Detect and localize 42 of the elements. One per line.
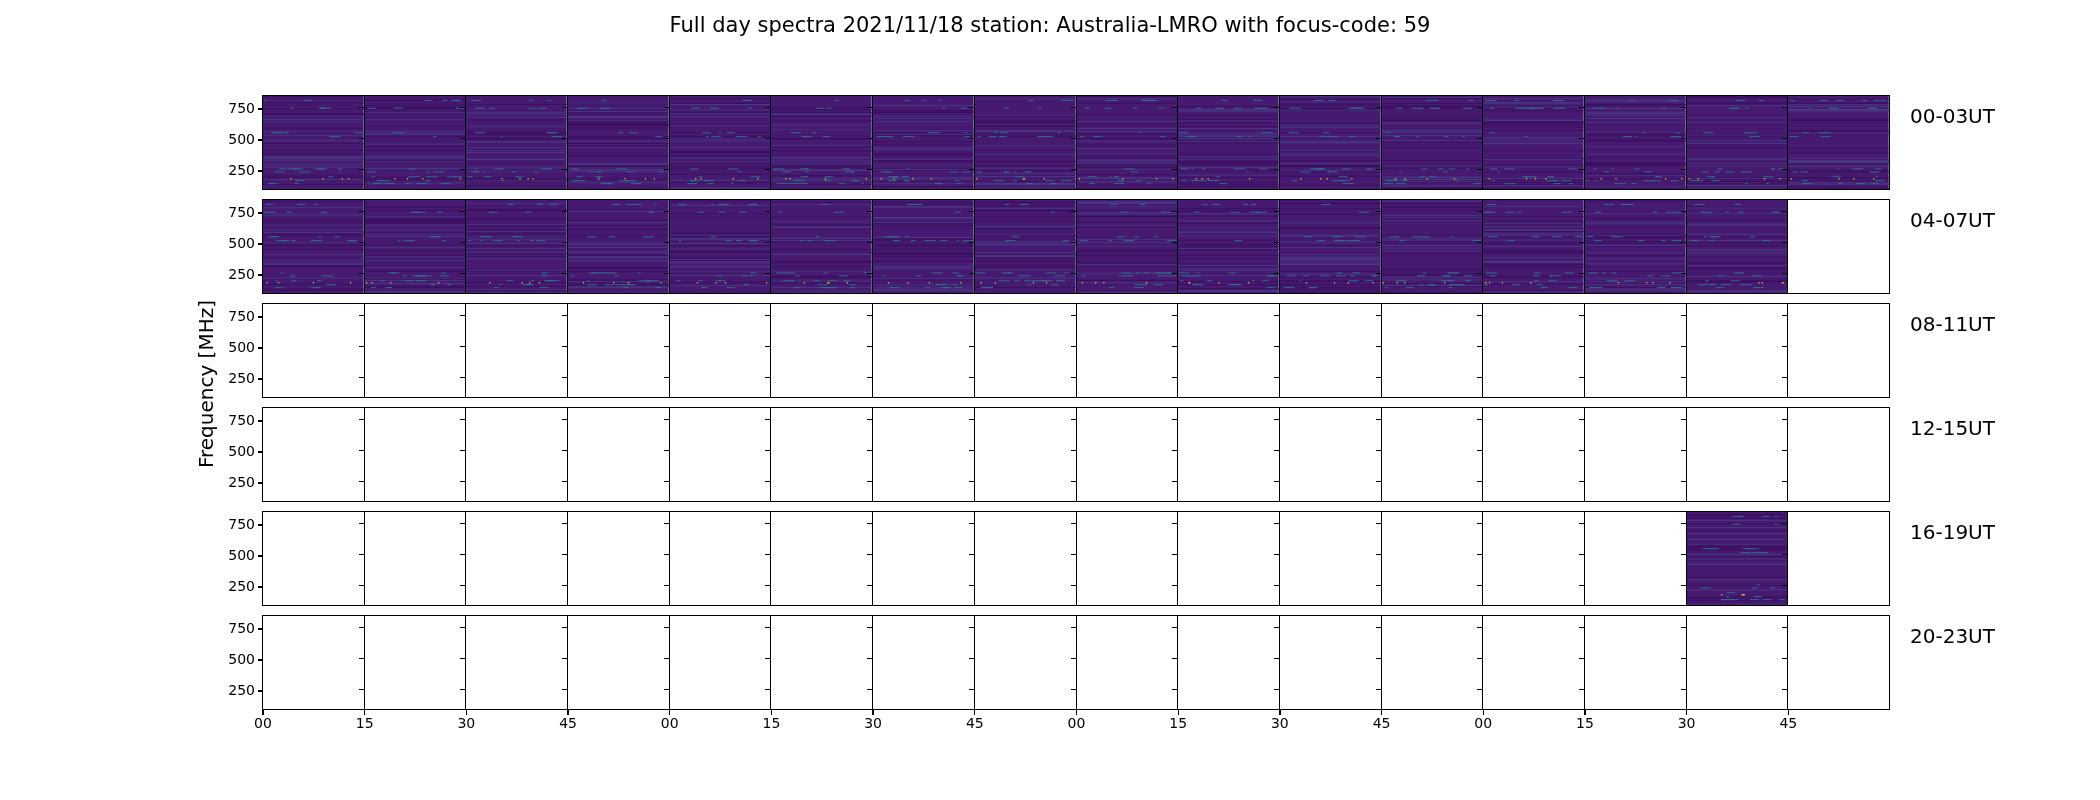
x-tick-label: 30 bbox=[1677, 710, 1696, 731]
x-tick-label: 00 bbox=[254, 710, 272, 731]
x-tick-label: 00 bbox=[1474, 710, 1493, 731]
x-tick-label: 30 bbox=[864, 710, 883, 731]
row-label: 04-07UT bbox=[1910, 208, 1995, 234]
row-label: 00-03UT bbox=[1910, 104, 1995, 130]
y-tick-label: 250 bbox=[228, 682, 255, 698]
x-tick-label: 00 bbox=[660, 710, 679, 731]
y-tick-label: 250 bbox=[228, 578, 255, 594]
y-tick-label: 500 bbox=[228, 443, 255, 459]
y-tick-label: 250 bbox=[228, 162, 255, 178]
x-tick-label: 45 bbox=[965, 710, 984, 731]
x-tick-label: 15 bbox=[762, 710, 781, 731]
x-tick-label: 15 bbox=[1169, 710, 1188, 731]
x-tick-label: 15 bbox=[355, 710, 374, 731]
y-tick-label: 500 bbox=[228, 235, 255, 251]
y-tick-label: 750 bbox=[228, 100, 255, 116]
x-tick-label: 45 bbox=[559, 710, 577, 731]
y-tick-label: 500 bbox=[228, 547, 255, 563]
x-tick-label: 30 bbox=[1270, 710, 1289, 731]
y-tick-label: 750 bbox=[228, 620, 255, 636]
y-tick-label: 500 bbox=[228, 651, 255, 667]
y-tick-label: 500 bbox=[228, 131, 255, 147]
y-tick-label: 750 bbox=[228, 516, 255, 532]
y-axis-label: Frequency [MHz] bbox=[195, 300, 217, 469]
y-tick-label: 750 bbox=[228, 308, 255, 324]
y-tick-label: 750 bbox=[228, 412, 255, 428]
y-tick-label: 750 bbox=[228, 204, 255, 220]
row-label: 16-19UT bbox=[1910, 520, 1995, 546]
chart-title: Full day spectra 2021/11/18 station: Australia-LMRO with focus-code: 59 bbox=[668, 12, 1432, 38]
x-tick-label: 15 bbox=[1576, 710, 1594, 731]
x-tick-label: 30 bbox=[457, 710, 476, 731]
x-tick-label: 45 bbox=[1372, 710, 1391, 731]
row-label: 20-23UT bbox=[1910, 624, 1995, 650]
y-tick-label: 250 bbox=[228, 474, 255, 490]
row-label: 08-11UT bbox=[1910, 312, 1995, 338]
y-tick-label: 500 bbox=[228, 339, 255, 355]
row-label: 12-15UT bbox=[1910, 416, 1995, 442]
x-tick-label: 00 bbox=[1067, 710, 1086, 731]
x-tick-label: 45 bbox=[1779, 710, 1798, 731]
y-tick-label: 250 bbox=[228, 266, 255, 282]
y-tick-label: 250 bbox=[228, 370, 255, 386]
